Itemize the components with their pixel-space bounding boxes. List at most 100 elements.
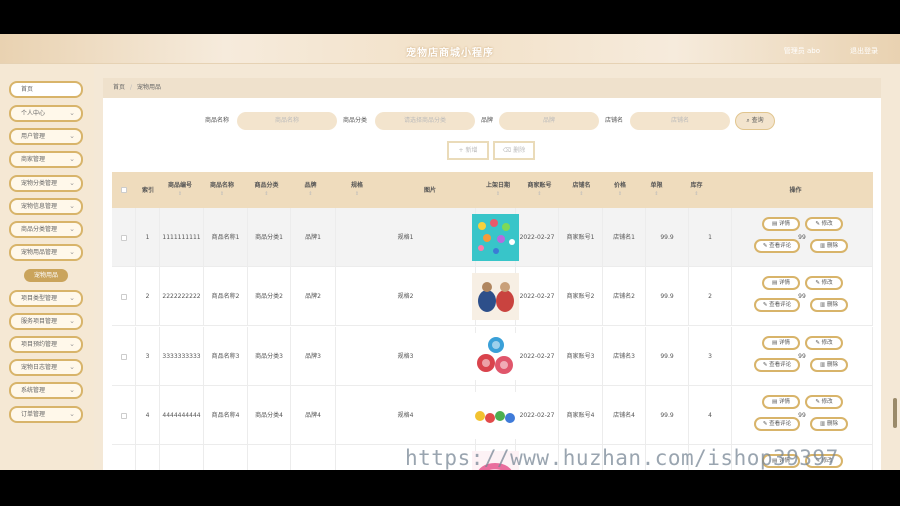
sidebar-item-5[interactable]: 宠物信息管理 ⌄ [9, 198, 83, 215]
table-row[interactable]: 4 4444444444 商品名称4 商品分类4 品牌4 规格4 2022-02-27 商家账… [112, 386, 873, 445]
checkbox[interactable] [121, 187, 127, 193]
row-checkbox[interactable] [120, 353, 127, 360]
sidebar-item-3[interactable]: 商家管理 ⌄ [9, 151, 83, 168]
column-header[interactable]: 规格 ⇕ [332, 172, 382, 208]
cell-spec: 规格4 [336, 386, 476, 445]
search-shop-input[interactable]: 店铺名 [630, 112, 730, 130]
cell-image [472, 327, 519, 386]
row-checkbox[interactable] [120, 293, 127, 300]
sort-icon[interactable]: ⇕ [264, 190, 268, 199]
column-header[interactable]: 商品名称 ⇕ [200, 172, 244, 208]
detail-button[interactable]: ▤ 详情 [762, 336, 800, 350]
sort-icon[interactable]: ⇕ [654, 190, 658, 199]
edit-button[interactable]: ✎ 修改 [805, 217, 843, 231]
edit-button[interactable]: ✎ 修改 [805, 276, 843, 290]
sort-icon[interactable]: ⇕ [178, 190, 182, 199]
detail-button[interactable]: ▤ 详情 [762, 217, 800, 231]
sort-icon[interactable]: ⇕ [618, 190, 622, 199]
cell-date: 2022-02-27 [516, 386, 559, 445]
trash-icon: ▥ [820, 302, 827, 308]
breadcrumb-home[interactable]: 首页 [113, 84, 125, 91]
sidebar-item-label: 宠物日志管理 [21, 364, 58, 371]
column-header[interactable]: 店铺名 ⇕ [561, 172, 602, 208]
sidebar-item-11[interactable]: 宠物日志管理 ⌄ [9, 359, 83, 376]
search-category-select[interactable]: 请选择商品分类 [375, 112, 475, 130]
cell-operations: ▤ 详情 ✎ 修改 ✎ 查看评论 ▥ 删除 [732, 327, 873, 386]
sort-icon[interactable]: ⇕ [579, 190, 583, 199]
column-header[interactable]: 图片 [382, 172, 478, 208]
table-row[interactable]: 2 2222222222 商品名称2 商品分类2 品牌2 规格2 2022-02-27 商家账… [112, 267, 873, 326]
product-image[interactable] [472, 333, 519, 380]
batch-delete-button[interactable]: ⌫ 删除 [493, 141, 535, 160]
column-header[interactable]: 索引 [136, 172, 160, 208]
cell-category: 商品分类2 [248, 267, 291, 326]
column-header[interactable]: 商品分类 ⇕ [244, 172, 289, 208]
cell-spec-text: 规格1 [397, 234, 414, 241]
review-button[interactable]: ✎ 查看评论 [754, 358, 800, 372]
sidebar-item-4[interactable]: 宠物分类管理 ⌄ [9, 175, 83, 192]
sidebar-item-9[interactable]: 服务项目管理 ⌄ [9, 313, 83, 330]
sidebar-item-6[interactable]: 商品分类管理 ⌄ [9, 221, 83, 238]
select-all-checkbox[interactable] [112, 172, 136, 208]
product-image[interactable] [472, 273, 519, 320]
cell-brand: 品牌4 [291, 386, 336, 445]
cell-date: 2022-02-27 [516, 327, 559, 386]
column-header[interactable]: 商品编号 ⇕ [160, 172, 200, 208]
delete-button[interactable]: ▥ 删除 [810, 417, 848, 431]
cell-category [248, 445, 291, 470]
cell-spec: 规格1 [336, 208, 476, 267]
sidebar-item-12[interactable]: 系统管理 ⌄ [9, 382, 83, 399]
edit-button[interactable]: ✎ 修改 [805, 336, 843, 350]
column-header[interactable]: 商家账号 ⇕ [518, 172, 561, 208]
trash-icon: ▥ [820, 421, 827, 427]
review-button[interactable]: ✎ 查看评论 [754, 417, 800, 431]
review-button[interactable]: ✎ 查看评论 [754, 298, 800, 312]
row-checkbox[interactable] [120, 234, 127, 241]
sort-icon[interactable]: ⇕ [355, 190, 359, 199]
cell-name [204, 445, 248, 470]
sort-icon[interactable]: ⇕ [220, 190, 224, 199]
search-name-input[interactable]: 商品名称 [237, 112, 337, 130]
delete-button[interactable]: ▥ 删除 [810, 298, 848, 312]
cell-category-text: 商品分类3 [255, 353, 283, 360]
row-checkbox[interactable] [120, 412, 127, 419]
sidebar-item-0[interactable]: 首页 [9, 81, 83, 98]
sidebar-item-8[interactable]: 项目类型管理 ⌄ [9, 290, 83, 307]
delete-button[interactable]: ▥ 删除 [810, 358, 848, 372]
query-button[interactable]: ⌕ 查询 [735, 112, 775, 130]
sidebar-item-1[interactable]: 个人中心 ⌄ [9, 105, 83, 122]
column-header[interactable]: 操作 [718, 172, 873, 208]
add-button[interactable]: + 新增 [447, 141, 489, 160]
sidebar-item-10[interactable]: 项目预约管理 ⌄ [9, 336, 83, 353]
column-header[interactable]: 库存 ⇕ [675, 172, 718, 208]
column-header[interactable]: 品牌 ⇕ [289, 172, 332, 208]
column-header[interactable]: 单限 ⇕ [638, 172, 675, 208]
cell-category-text: 商品分类4 [255, 412, 283, 419]
sidebar-subitem-pet-supplies[interactable]: 宠物用品 [24, 269, 68, 282]
sidebar-item-7[interactable]: 宠物用品管理 ⌄ [9, 244, 83, 261]
column-header[interactable]: 价格 ⇕ [602, 172, 638, 208]
sort-icon[interactable]: ⇕ [537, 190, 541, 199]
product-image[interactable] [472, 392, 519, 439]
sort-icon[interactable]: ⇕ [694, 190, 698, 199]
delete-button[interactable]: ▥ 删除 [810, 239, 848, 253]
sidebar-item-2[interactable]: 用户管理 ⌄ [9, 128, 83, 145]
detail-button[interactable]: ▤ 详情 [762, 395, 800, 409]
doc-icon: ▤ [772, 280, 779, 286]
logout-link[interactable]: 退出登录 [850, 46, 878, 56]
detail-button[interactable]: ▤ 详情 [762, 276, 800, 290]
review-button[interactable]: ✎ 查看评论 [754, 239, 800, 253]
scrollbar[interactable] [893, 398, 897, 428]
edit-button[interactable]: ✎ 修改 [805, 395, 843, 409]
sidebar-item-label: 项目类型管理 [21, 295, 58, 302]
table-row[interactable]: 3 3333333333 商品名称3 商品分类3 品牌3 规格3 2022-02-27 商家账… [112, 327, 873, 386]
product-image[interactable] [472, 214, 519, 261]
sort-icon[interactable]: ⇕ [308, 190, 312, 199]
sidebar-item-13[interactable]: 订单管理 ⌄ [9, 406, 83, 423]
cell-limit-text: 2 [708, 293, 712, 300]
search-brand-input[interactable]: 品牌 [499, 112, 599, 130]
table-row[interactable]: 1 1111111111 商品名称1 商品分类1 品牌1 规格1 2022-02-27 商家账… [112, 208, 873, 267]
sort-icon[interactable]: ⇕ [496, 190, 500, 199]
cell-shop-text: 店铺名2 [613, 293, 635, 300]
column-header[interactable]: 上架日期 ⇕ [478, 172, 518, 208]
